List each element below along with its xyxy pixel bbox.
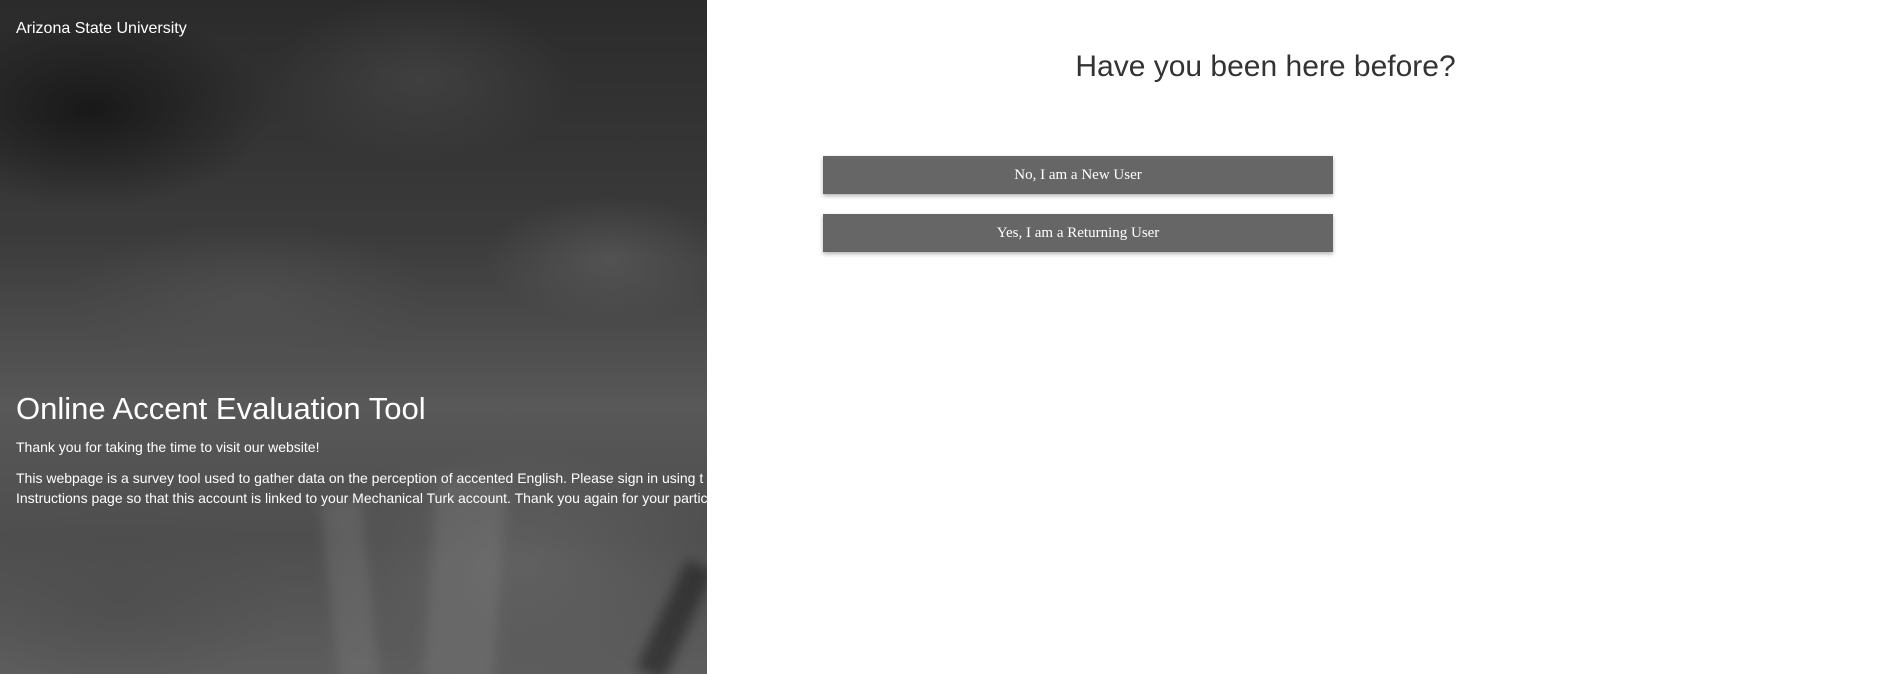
university-brand: Arizona State University [16,20,187,37]
hero-description: This webpage is a survey tool used to ga… [16,468,707,508]
background-blur-shape [636,559,707,674]
hero-panel: Arizona State University Online Accent E… [0,0,707,674]
new-user-button[interactable]: No, I am a New User [823,156,1333,194]
hero-title: Online Accent Evaluation Tool [16,391,426,426]
hero-description-line: Instructions page so that this account i… [16,490,707,506]
returning-user-button[interactable]: Yes, I am a Returning User [823,214,1333,252]
page-title: Have you been here before? [1075,50,1456,83]
hero-thanks-text: Thank you for taking the time to visit o… [16,439,320,455]
background-blur-shape [320,498,380,674]
user-type-panel: Have you been here before? No, I am a Ne… [707,0,1888,674]
login-page: Arizona State University Online Accent E… [0,0,1888,674]
hero-description-line: This webpage is a survey tool used to ga… [16,470,704,486]
